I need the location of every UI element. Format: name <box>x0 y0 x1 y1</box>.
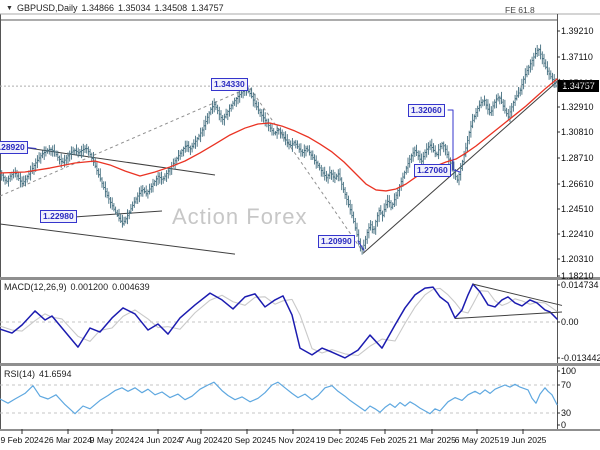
date-axis-label: 5 Feb 2025 <box>363 435 406 445</box>
price-axis-label: 1.24510 <box>561 204 594 214</box>
price-axis-label: 1.39210 <box>561 26 594 36</box>
rsi-axis-label: 30 <box>561 408 571 418</box>
fibonacci-extension-label: FE 61.8 <box>505 5 535 15</box>
date-axis-label: 20 Sep 2024 <box>223 435 271 445</box>
rsi-axis-label: 70 <box>561 380 571 390</box>
macd-indicator-label: MACD(12,26,9) <box>4 282 67 292</box>
watermark: Action Forex <box>172 204 308 230</box>
low-value: 1.34508 <box>155 3 188 13</box>
date-axis-label: 26 Mar 2024 <box>44 435 92 445</box>
price-axis-label: 1.20310 <box>561 254 594 264</box>
rsi-pane-title: RSI(14) 41.6594 <box>4 369 76 379</box>
date-axis-label: 19 Dec 2024 <box>316 435 364 445</box>
price-axis-label: 1.22410 <box>561 229 594 239</box>
price-annotation: 1.22980 <box>40 210 77 223</box>
price-annotation: 1.34330 <box>211 78 248 91</box>
rsi-value: 41.6594 <box>39 369 72 379</box>
date-axis-label: 7 Aug 2024 <box>179 435 222 445</box>
price-annotation: 1.27060 <box>414 164 451 177</box>
high-value: 1.35034 <box>118 3 151 13</box>
macd-axis-label: 0.00 <box>561 317 579 327</box>
price-annotation: 1.32060 <box>408 104 445 117</box>
open-value: 1.34866 <box>81 3 114 13</box>
close-value: 1.34757 <box>191 3 224 13</box>
price-axis-label: 1.28710 <box>561 153 594 163</box>
symbol-period-label: GBPUSD,Daily <box>17 3 78 13</box>
macd-axis-label: 0.014734 <box>561 280 599 290</box>
price-axis-label: 1.30810 <box>561 127 594 137</box>
chart-title-bar: ▼ GBPUSD,Daily1.34866 1.35034 1.345081.3475… <box>6 3 228 13</box>
price-annotation: 1.20990 <box>318 235 355 248</box>
rsi-axis-label: 0 <box>561 420 566 430</box>
price-annotation: 1.28920 <box>0 141 28 154</box>
macd-pane-title: MACD(12,26,9) 0.0012000.004639 <box>4 282 154 292</box>
date-axis-label: 5 Nov 2024 <box>271 435 314 445</box>
date-axis-label: 6 May 2025 <box>455 435 499 445</box>
macd-signal-value: 0.004639 <box>112 282 150 292</box>
price-axis-label: 1.32910 <box>561 102 594 112</box>
rsi-axis-label: 100 <box>561 366 576 376</box>
price-axis-label: 1.26610 <box>561 179 594 189</box>
macd-axis-label: -0.013442 <box>561 353 600 363</box>
date-axis-label: 24 Jun 2024 <box>135 435 182 445</box>
date-axis-label: 9 Feb 2024 <box>0 435 43 445</box>
date-axis-label: 9 May 2024 <box>90 435 134 445</box>
rsi-indicator-label: RSI(14) <box>4 369 35 379</box>
collapse-chart-icon[interactable]: ▼ <box>6 5 13 12</box>
price-axis-label: 1.37110 <box>561 52 593 62</box>
macd-main-value: 0.001200 <box>71 282 109 292</box>
date-axis-label: 19 Jun 2025 <box>500 435 547 445</box>
date-axis-label: 21 Mar 2025 <box>408 435 456 445</box>
price-axis-label: 1.35010 <box>561 78 594 88</box>
chart-window: ▼ GBPUSD,Daily1.34866 1.35034 1.345081.3475… <box>0 0 600 450</box>
